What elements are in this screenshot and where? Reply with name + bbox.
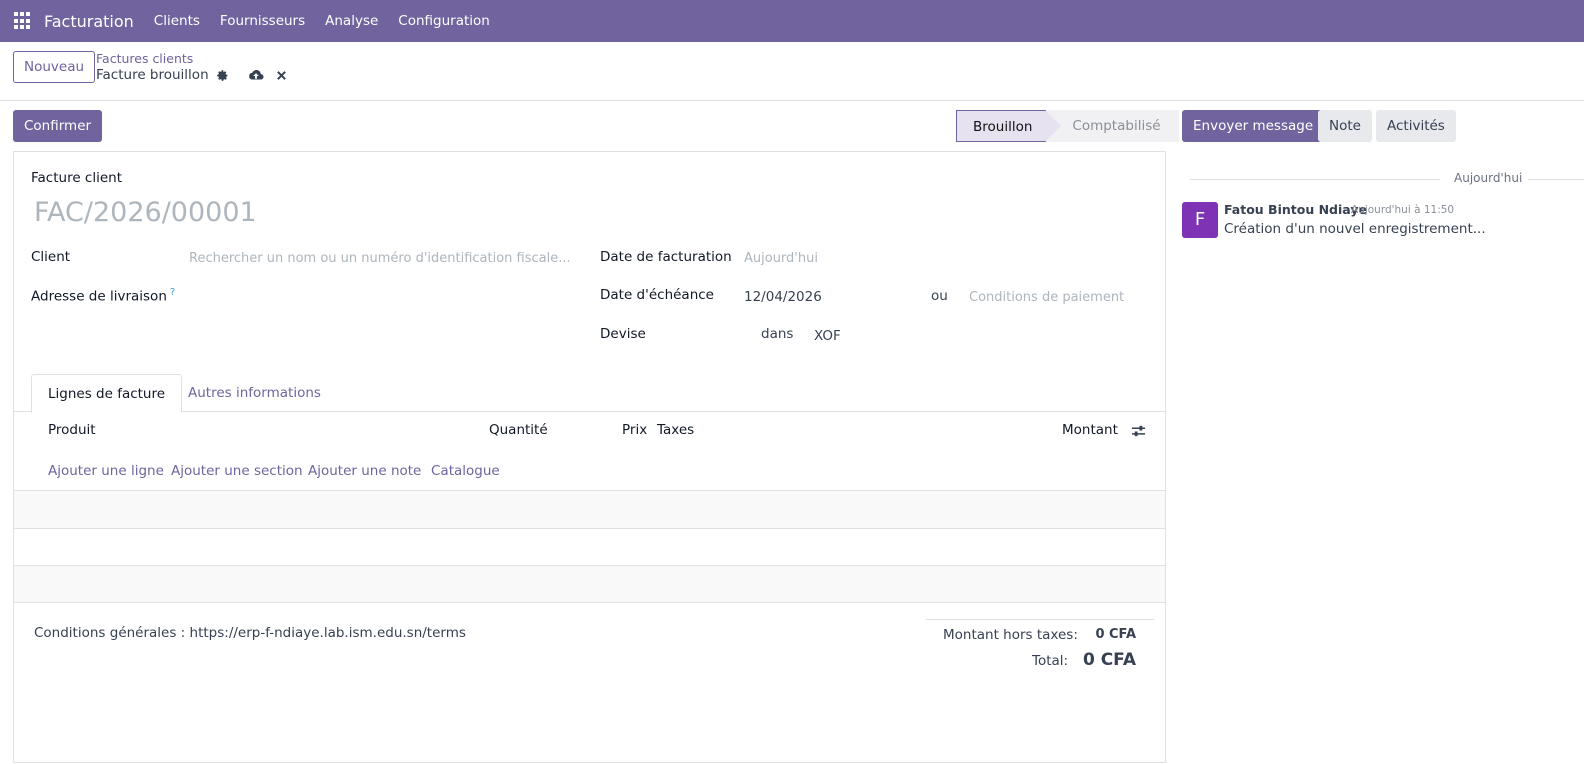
confirm-button[interactable]: Confirmer (13, 110, 103, 142)
column-quantity[interactable]: Quantité (489, 422, 548, 438)
currency-input[interactable]: XOF (814, 328, 841, 344)
invoice-date-label: Date de facturation (600, 249, 732, 265)
status-draft[interactable]: Brouillon (956, 110, 1063, 142)
help-tooltip-icon[interactable]: ? (170, 287, 175, 298)
control-panel: Nouveau Factures clients Facture brouill… (0, 42, 1584, 101)
send-message-button[interactable]: Envoyer message (1182, 110, 1325, 142)
table-row (14, 565, 1165, 603)
column-price[interactable]: Prix (622, 422, 647, 438)
activities-button[interactable]: Activités (1376, 110, 1456, 142)
client-label: Client (31, 249, 71, 265)
currency-in-label: dans (761, 326, 794, 342)
notebook-tabs: Lignes de facture Autres informations (14, 374, 1165, 413)
client-input[interactable]: Rechercher un nom ou un numéro d'identif… (189, 251, 571, 266)
message-body: Création d'un nouvel enregistrement... (1224, 221, 1486, 237)
status-bar: Brouillon Comptabilisé (956, 110, 1179, 142)
cloud-save-icon[interactable] (248, 69, 264, 82)
menu-analyse[interactable]: Analyse (315, 13, 388, 29)
due-date-input[interactable]: 12/04/2026 (744, 289, 822, 305)
currency-label: Devise (600, 326, 646, 342)
tab-invoice-lines[interactable]: Lignes de facture (31, 374, 183, 413)
delivery-address-label: Adresse de livraison? (31, 287, 175, 305)
invoice-number: FAC/2026/00001 (34, 197, 257, 228)
payment-terms-input[interactable]: Conditions de paiement (969, 290, 1124, 305)
day-separator-label: Aujourd'hui (1448, 171, 1529, 185)
column-taxes[interactable]: Taxes (657, 422, 694, 438)
app-brand[interactable]: Facturation (44, 12, 134, 31)
terms-conditions: Conditions générales : https://erp-f-ndi… (34, 625, 466, 641)
optional-columns-icon[interactable] (1131, 424, 1146, 442)
table-row (14, 490, 1165, 528)
breadcrumb-current: Facture brouillon (96, 67, 287, 83)
new-button[interactable]: Nouveau (13, 51, 96, 83)
message-date: Aujourd'hui à 11:50 (1351, 204, 1455, 216)
add-note-link[interactable]: Ajouter une note (308, 463, 421, 479)
add-line-link[interactable]: Ajouter une ligne (48, 463, 164, 479)
avatar[interactable]: F (1182, 202, 1218, 238)
menu-configuration[interactable]: Configuration (388, 13, 500, 29)
invoice-form-sheet: Facture client FAC/2026/00001 Client Rec… (13, 151, 1166, 763)
breadcrumb-parent[interactable]: Factures clients (96, 51, 193, 66)
table-row (14, 528, 1165, 566)
breadcrumb-current-label: Facture brouillon (96, 67, 209, 83)
top-navbar: Facturation Clients Fournisseurs Analyse… (0, 0, 1584, 42)
gear-icon[interactable] (216, 69, 229, 82)
day-separator-line-right (1528, 179, 1584, 180)
tab-other-info[interactable]: Autres informations (172, 374, 337, 413)
column-amount[interactable]: Montant (1062, 422, 1118, 438)
message-author[interactable]: Fatou Bintou Ndiaye (1224, 202, 1367, 217)
column-product[interactable]: Produit (48, 422, 96, 438)
invoice-date-input[interactable]: Aujourd'hui (744, 251, 818, 266)
total-value: 0 CFA (1082, 650, 1136, 670)
day-separator-line-left (1190, 179, 1440, 180)
menu-clients[interactable]: Clients (144, 13, 210, 29)
discard-close-icon[interactable] (276, 70, 287, 81)
untaxed-amount-value: 0 CFA (1095, 627, 1136, 642)
day-separator: Aujourd'hui (1190, 171, 1584, 187)
catalog-link[interactable]: Catalogue (431, 463, 500, 479)
status-posted[interactable]: Comptabilisé (1046, 110, 1179, 142)
menu-fournisseurs[interactable]: Fournisseurs (210, 13, 315, 29)
apps-grid-icon[interactable] (14, 12, 32, 30)
or-label: ou (931, 288, 948, 304)
invoice-type-label: Facture client (31, 170, 122, 186)
due-date-label: Date d'échéance (600, 287, 714, 303)
totals-divider (926, 619, 1154, 620)
log-note-button[interactable]: Note (1318, 110, 1372, 142)
add-section-link[interactable]: Ajouter une section (171, 463, 303, 479)
delivery-address-text: Adresse de livraison (31, 288, 167, 305)
table-bottom-border (14, 602, 1165, 603)
